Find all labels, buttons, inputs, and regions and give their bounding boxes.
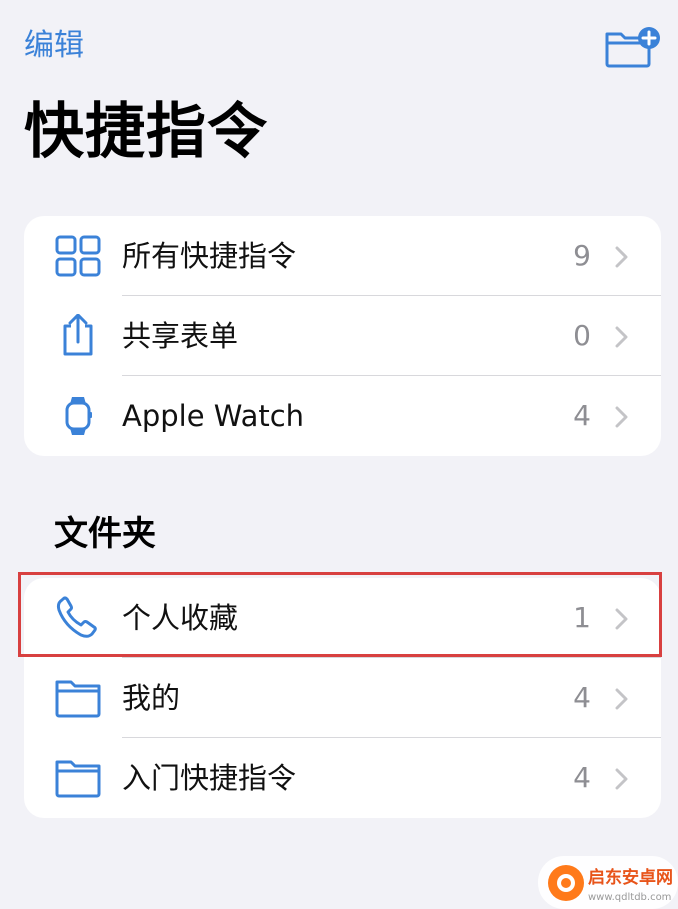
watermark-logo: 启东安卓网 www.qdltdb.com <box>538 856 678 909</box>
edit-button[interactable]: 编辑 <box>24 26 84 66</box>
row-share-sheet[interactable]: 共享表单 0 <box>24 296 661 376</box>
row-label: 共享表单 <box>122 319 239 353</box>
chevron-right-icon <box>615 688 628 710</box>
chevron-right-icon <box>615 246 628 268</box>
row-count: 4 <box>573 399 591 432</box>
row-apple-watch[interactable]: Apple Watch 4 <box>24 376 661 456</box>
row-label: 个人收藏 <box>122 601 239 635</box>
row-count: 1 <box>573 601 591 634</box>
row-count: 4 <box>573 681 591 714</box>
apple-watch-icon <box>65 397 92 435</box>
phone-icon <box>56 596 97 638</box>
library-card: 所有快捷指令 9 共享表单 0 Apple Watch 4 <box>24 216 661 456</box>
row-label: 入门快捷指令 <box>122 761 297 795</box>
watermark-site-text: www.qdltdb.com <box>588 892 671 903</box>
row-all-shortcuts[interactable]: 所有快捷指令 9 <box>24 216 661 296</box>
page-title: 快捷指令 <box>24 97 268 167</box>
grid-icon <box>55 235 101 277</box>
folder-plus-icon <box>605 27 660 68</box>
row-favorites[interactable]: 个人收藏 1 <box>24 578 661 658</box>
share-icon <box>63 314 93 356</box>
watermark-brand-text: 启东安卓网 <box>588 867 673 888</box>
row-starter-shortcuts[interactable]: 入门快捷指令 4 <box>24 738 661 818</box>
folder-icon <box>55 680 101 718</box>
chevron-right-icon <box>615 326 628 348</box>
row-label: 我的 <box>122 681 181 715</box>
chevron-right-icon <box>615 406 628 428</box>
top-bar: 编辑 <box>0 0 678 90</box>
chevron-right-icon <box>615 768 628 790</box>
chevron-right-icon <box>615 608 628 630</box>
folders-card: 个人收藏 1 我的 4 入门快捷指令 4 <box>24 578 661 818</box>
row-count: 4 <box>573 761 591 794</box>
row-count: 9 <box>573 239 591 272</box>
folder-icon <box>55 760 101 798</box>
row-mine[interactable]: 我的 4 <box>24 658 661 738</box>
new-folder-button[interactable] <box>604 26 660 68</box>
row-label: Apple Watch <box>122 399 305 433</box>
row-count: 0 <box>573 319 591 352</box>
folders-section-title: 文件夹 <box>54 514 156 554</box>
row-label: 所有快捷指令 <box>122 239 297 273</box>
